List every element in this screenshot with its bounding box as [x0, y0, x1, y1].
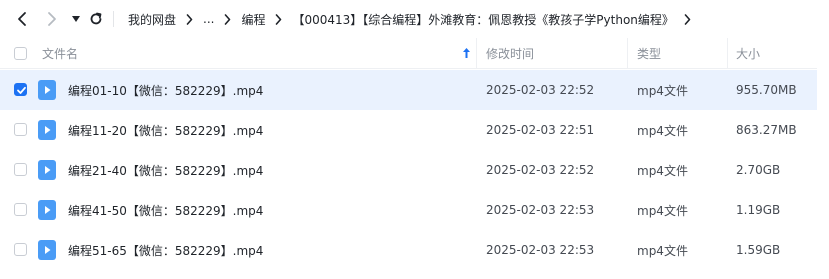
file-type: mp4文件 — [637, 243, 688, 258]
table-row[interactable]: 编程41-50【微信：582229】.mp4 2025-02-03 22:53 … — [0, 190, 817, 230]
file-size: 2.70GB — [736, 163, 781, 177]
file-type: mp4文件 — [637, 83, 688, 98]
file-type: mp4文件 — [637, 123, 688, 138]
column-header-modified[interactable]: 修改时间 — [486, 38, 534, 68]
video-file-icon — [38, 200, 56, 220]
file-modified-time: 2025-02-03 22:53 — [486, 243, 595, 257]
history-dropdown-button[interactable] — [66, 9, 86, 29]
row-checkbox[interactable] — [14, 123, 27, 136]
scrollbar[interactable] — [819, 38, 829, 279]
chevron-left-icon — [18, 12, 26, 26]
breadcrumb-item-folder[interactable]: 编程 — [241, 11, 265, 28]
file-modified-time: 2025-02-03 22:53 — [486, 203, 595, 217]
table-row[interactable]: 编程11-20【微信：582229】.mp4 2025-02-03 22:51 … — [0, 110, 817, 150]
column-header-size[interactable]: 大小 — [736, 38, 760, 68]
nav-divider — [113, 11, 114, 27]
back-button[interactable] — [12, 9, 32, 29]
navigation-bar: 我的网盘 ... 编程 【000413】【综合编程】外滩教育：佩恩教授《教孩子学… — [0, 0, 829, 38]
file-name[interactable]: 编程41-50【微信：582229】.mp4 — [68, 190, 263, 230]
breadcrumb-item-root[interactable]: 我的网盘 — [128, 11, 176, 28]
file-modified-time: 2025-02-03 22:52 — [486, 83, 595, 97]
file-modified-time: 2025-02-03 22:51 — [486, 123, 595, 137]
breadcrumb-item-current[interactable]: 【000413】【综合编程】外滩教育：佩恩教授《教孩子学Python编程》 — [292, 11, 673, 28]
row-checkbox[interactable] — [14, 83, 27, 96]
chevron-right-icon — [224, 13, 231, 25]
refresh-button[interactable] — [86, 9, 106, 29]
chevron-right-icon — [275, 13, 282, 25]
file-size: 1.19GB — [736, 203, 781, 217]
select-all-checkbox[interactable] — [14, 47, 27, 60]
file-name[interactable]: 编程01-10【微信：582229】.mp4 — [68, 70, 263, 110]
row-checkbox[interactable] — [14, 203, 27, 216]
file-name[interactable]: 编程21-40【微信：582229】.mp4 — [68, 150, 263, 190]
file-type: mp4文件 — [637, 163, 688, 178]
table-row[interactable]: 编程51-65【微信：582229】.mp4 2025-02-03 22:53 … — [0, 230, 817, 270]
file-size: 863.27MB — [736, 123, 797, 137]
file-name[interactable]: 编程51-65【微信：582229】.mp4 — [68, 230, 263, 270]
column-divider[interactable] — [476, 38, 477, 68]
table-row[interactable]: 编程01-10【微信：582229】.mp4 2025-02-03 22:52 … — [0, 70, 817, 110]
row-checkbox[interactable] — [14, 243, 27, 256]
chevron-right-icon[interactable] — [684, 13, 691, 25]
column-header-name[interactable]: 文件名 — [42, 38, 78, 68]
video-file-icon — [38, 120, 56, 140]
file-name[interactable]: 编程11-20【微信：582229】.mp4 — [68, 110, 263, 150]
breadcrumb: 我的网盘 ... 编程 【000413】【综合编程】外滩教育：佩恩教授《教孩子学… — [128, 0, 701, 38]
column-divider[interactable] — [727, 38, 728, 68]
chevron-right-icon — [48, 12, 56, 26]
video-file-icon — [38, 160, 56, 180]
column-divider[interactable] — [627, 38, 628, 68]
column-header-type[interactable]: 类型 — [637, 38, 661, 68]
video-file-icon — [38, 80, 56, 100]
video-file-icon — [38, 240, 56, 260]
file-size: 1.59GB — [736, 243, 781, 257]
sort-arrow-up-icon[interactable] — [462, 47, 471, 59]
table-row[interactable]: 编程21-40【微信：582229】.mp4 2025-02-03 22:52 … — [0, 150, 817, 190]
file-list-header: 文件名 修改时间 类型 大小 — [0, 38, 817, 69]
caret-down-icon — [72, 16, 80, 22]
row-checkbox[interactable] — [14, 163, 27, 176]
breadcrumb-item-ellipsis[interactable]: ... — [203, 12, 214, 26]
checkmark-icon — [17, 86, 26, 94]
chevron-right-icon — [186, 13, 193, 25]
refresh-icon — [90, 12, 102, 25]
file-modified-time: 2025-02-03 22:52 — [486, 163, 595, 177]
file-type: mp4文件 — [637, 203, 688, 218]
forward-button[interactable] — [42, 9, 62, 29]
file-size: 955.70MB — [736, 83, 797, 97]
